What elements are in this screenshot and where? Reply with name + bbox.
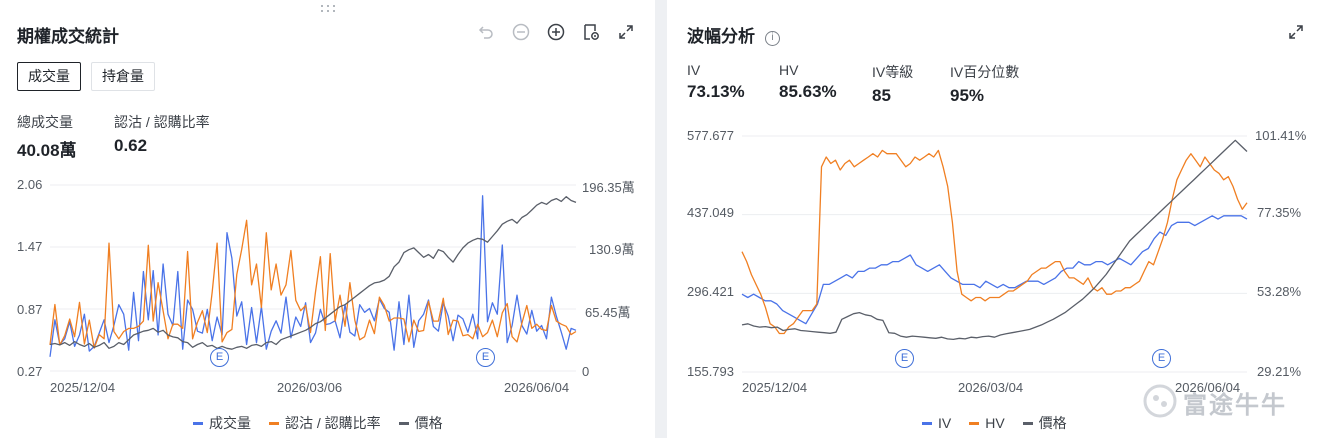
y-right-tick: 77.35% bbox=[1257, 205, 1302, 220]
stat-label: 認沽 / 認購比率 bbox=[114, 114, 210, 130]
chart-toolbar bbox=[1273, 20, 1308, 44]
x-tick: 2026/03/04 bbox=[958, 380, 1024, 395]
x-tick: 2026/06/04 bbox=[504, 380, 570, 395]
panel-title: 期權成交統計 bbox=[17, 27, 119, 46]
series-line-2[interactable] bbox=[49, 196, 577, 350]
y-right-tick: 0 bbox=[582, 364, 590, 379]
stat-hv: HV 85.63% bbox=[779, 62, 837, 102]
tab-open-interest[interactable]: 持倉量 bbox=[91, 62, 155, 91]
series-line-2[interactable] bbox=[741, 139, 1248, 341]
stat-value: 95% bbox=[950, 86, 985, 105]
stat-label: 總成交量 bbox=[17, 114, 73, 130]
stat-value: 40.08萬 bbox=[17, 141, 77, 160]
stat-label: IV bbox=[687, 62, 701, 78]
expand-icon[interactable] bbox=[1284, 20, 1308, 44]
series-line-1[interactable] bbox=[741, 149, 1248, 335]
stat-value: 73.13% bbox=[687, 82, 745, 101]
stat-iv: IV 73.13% bbox=[687, 62, 745, 102]
event-marker[interactable]: E bbox=[476, 348, 495, 367]
event-marker[interactable]: E bbox=[895, 349, 914, 368]
y-left-tick: 577.677 bbox=[687, 128, 734, 143]
legend-put-call[interactable]: 認沽 / 認購比率 bbox=[269, 413, 381, 433]
futu-logo-icon bbox=[1143, 384, 1177, 418]
y-left-tick: 296.421 bbox=[687, 284, 734, 299]
legend-iv[interactable]: IV bbox=[922, 413, 951, 433]
volume-chart[interactable] bbox=[49, 184, 577, 372]
info-icon[interactable]: i bbox=[765, 31, 780, 46]
option-volume-panel: 期權成交統計 成交量 持倉量 總成交量 40.08萬 認沽 / 認購比率 0.6… bbox=[0, 0, 655, 438]
volatility-panel: 波幅分析 i IV 73.13% HV 85.63% IV等級 85 IV百分位數… bbox=[667, 0, 1322, 438]
stat-total-volume: 總成交量 40.08萬 bbox=[17, 112, 77, 161]
stat-value: 85 bbox=[872, 86, 891, 105]
y-right-tick: 29.21% bbox=[1257, 364, 1302, 379]
legend-price[interactable]: 價格 bbox=[398, 413, 443, 433]
series-line-0[interactable] bbox=[49, 195, 577, 357]
legend-volume[interactable]: 成交量 bbox=[193, 413, 251, 433]
stat-put-call-ratio: 認沽 / 認購比率 0.62 bbox=[114, 112, 210, 156]
y-right-tick: 196.35萬 bbox=[582, 180, 635, 195]
stat-value: 0.62 bbox=[114, 136, 148, 155]
stat-label: HV bbox=[779, 62, 799, 78]
y-right-tick: 53.28% bbox=[1257, 284, 1302, 299]
y-left-tick: 0.87 bbox=[17, 302, 43, 317]
stat-label: IV等級 bbox=[872, 64, 914, 80]
event-marker[interactable]: E bbox=[1152, 349, 1171, 368]
stat-iv-rank: IV等級 85 bbox=[872, 62, 913, 106]
y-right-tick: 101.41% bbox=[1255, 128, 1307, 143]
y-left-tick: 437.049 bbox=[687, 205, 734, 220]
chart-legend: 成交量 認沽 / 認購比率 價格 bbox=[193, 413, 461, 433]
watermark: 富途牛牛 bbox=[1183, 392, 1287, 419]
y-left-tick: 155.793 bbox=[687, 364, 734, 379]
zoom-in-icon[interactable] bbox=[544, 20, 568, 44]
chart-toolbar bbox=[463, 20, 638, 44]
legend-price[interactable]: 價格 bbox=[1022, 413, 1067, 433]
y-left-tick: 0.27 bbox=[17, 364, 43, 379]
x-tick: 2025/12/04 bbox=[742, 380, 808, 395]
chart-legend: IV HV 價格 bbox=[922, 413, 1085, 433]
event-marker[interactable]: E bbox=[210, 348, 229, 367]
y-right-tick: 130.9萬 bbox=[589, 242, 635, 257]
panel-title: 波幅分析 i bbox=[687, 22, 780, 47]
stat-value: 85.63% bbox=[779, 82, 837, 101]
y-left-tick: 2.06 bbox=[17, 177, 43, 192]
drag-handle[interactable] bbox=[320, 4, 338, 14]
y-right-tick: 65.45萬 bbox=[585, 305, 631, 320]
zoom-out-icon[interactable] bbox=[509, 20, 533, 44]
expand-icon[interactable] bbox=[614, 20, 638, 44]
stat-iv-percentile: IV百分位數 95% bbox=[950, 62, 1019, 106]
x-tick: 2026/03/06 bbox=[277, 380, 343, 395]
x-tick: 2025/12/04 bbox=[50, 380, 116, 395]
series-line-1[interactable] bbox=[49, 219, 577, 349]
y-left-tick: 1.47 bbox=[17, 239, 43, 254]
stat-label: IV百分位數 bbox=[950, 64, 1020, 80]
settings-icon[interactable] bbox=[579, 20, 603, 44]
tab-volume[interactable]: 成交量 bbox=[17, 62, 81, 91]
undo-icon[interactable] bbox=[474, 20, 498, 44]
legend-hv[interactable]: HV bbox=[969, 413, 1005, 433]
volatility-chart[interactable] bbox=[741, 135, 1248, 373]
